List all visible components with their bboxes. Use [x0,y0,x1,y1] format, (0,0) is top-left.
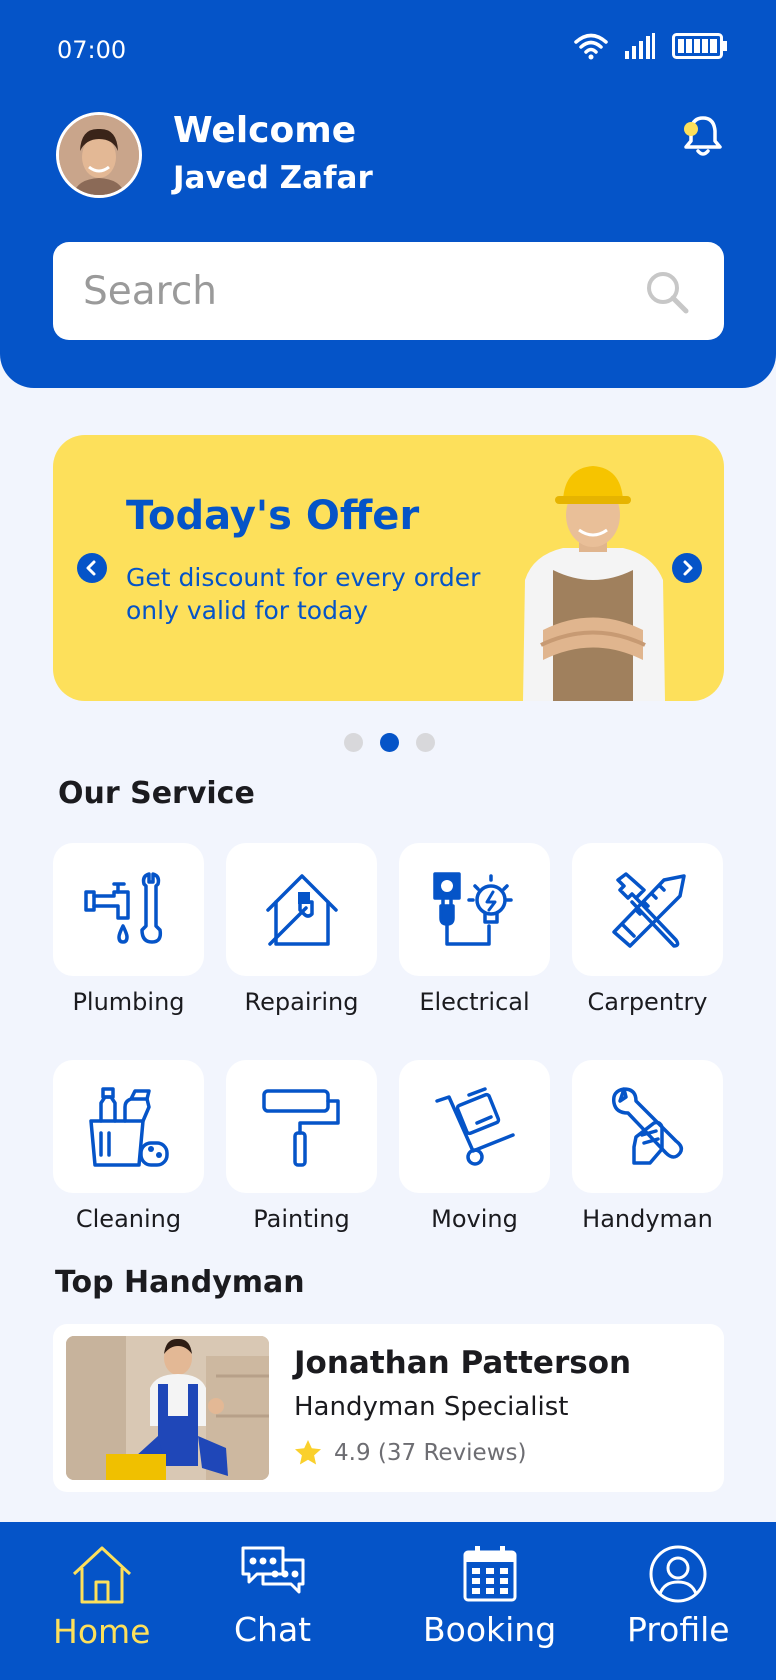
welcome-text: Welcome [173,110,357,151]
service-plumbing[interactable]: Plumbing [53,843,204,1060]
service-label: Repairing [244,988,359,1016]
nav-label: Home [53,1612,151,1651]
signal-icon [625,33,655,59]
service-label: Electrical [419,988,530,1016]
home-icon [72,1546,131,1604]
service-repairing[interactable]: Repairing [226,843,377,1060]
worker-illustration [523,466,665,701]
services-title: Our Service [58,776,255,811]
cleaning-supplies-icon [88,1086,169,1167]
services-grid: Plumbing Repairing Electrical Carpentry … [53,843,724,1277]
search-input[interactable] [83,266,643,316]
service-card[interactable] [572,843,723,976]
nav-home[interactable]: Home [53,1544,150,1651]
handyman-role: Handyman Specialist [294,1392,569,1422]
house-repair-icon [265,873,338,946]
service-carpentry[interactable]: Carpentry [572,843,723,1060]
service-cleaning[interactable]: Cleaning [53,1060,204,1277]
carousel-dot-1[interactable] [344,733,363,752]
service-card[interactable] [53,843,204,976]
handyman-rating: 4.9 (37 Reviews) [294,1439,526,1466]
service-electrical[interactable]: Electrical [399,843,550,1060]
service-painting[interactable]: Painting [226,1060,377,1277]
offer-title: Today's Offer [126,493,420,539]
top-handyman-title: Top Handyman [55,1265,305,1300]
service-card[interactable] [53,1060,204,1193]
wrench-hand-icon [611,1086,683,1165]
carousel-dot-3[interactable] [416,733,435,752]
header: 07:00 Welcome Javed Zafar Search [0,0,776,388]
wifi-icon [574,33,608,60]
carousel-dot-2[interactable] [380,733,399,752]
service-label: Moving [431,1205,518,1233]
service-label: Carpentry [587,988,708,1016]
star-icon [295,1440,321,1465]
service-label: Handyman [582,1205,713,1233]
user-photo-icon [59,115,139,195]
status-time: 07:00 [57,36,127,64]
status-icons [574,32,728,60]
offer-description: Get discount for every order only valid … [126,563,481,625]
offer-prev-button[interactable] [77,553,107,583]
avatar[interactable] [56,112,142,198]
hand-truck-icon [434,1086,515,1166]
rating-text: 4.9 (37 Reviews) [334,1439,527,1466]
search-bar[interactable] [53,242,724,340]
service-moving[interactable]: Moving [399,1060,550,1277]
service-card[interactable] [226,843,377,976]
nav-profile[interactable]: Profile [627,1544,730,1649]
service-card[interactable] [399,1060,550,1193]
notification-button[interactable] [680,112,726,162]
bell-icon [684,116,722,156]
paint-roller-icon [261,1088,340,1167]
calendar-icon [463,1546,517,1602]
battery-icon [672,33,727,59]
nav-chat[interactable]: Chat [234,1544,311,1649]
chevron-left-icon [86,560,96,576]
service-card[interactable] [399,843,550,976]
profile-icon [649,1545,707,1603]
handyman-photo-icon [66,1336,269,1480]
handyman-photo [66,1336,269,1480]
offer-banner[interactable]: Today's Offer Get discount for every ord… [53,435,724,701]
plumbing-icon [83,871,162,944]
nav-label: Booking [423,1610,557,1649]
nav-label: Profile [627,1610,730,1649]
nav-label: Chat [234,1610,312,1649]
handyman-card[interactable]: Jonathan Patterson Handyman Specialist 4… [53,1324,724,1492]
service-card[interactable] [226,1060,377,1193]
electrical-icon [432,871,513,946]
service-label: Plumbing [72,988,185,1016]
handyman-name: Jonathan Patterson [294,1345,632,1381]
search-icon[interactable] [644,269,690,315]
nav-booking[interactable]: Booking [423,1544,556,1649]
carousel-indicator [344,733,435,752]
service-card[interactable] [572,1060,723,1193]
bottom-nav: Home Chat Booking Profile [0,1522,776,1680]
service-handyman[interactable]: Handyman [572,1060,723,1277]
chat-icon [241,1546,305,1594]
carpentry-tools-icon [611,871,686,948]
user-name: Javed Zafar [173,160,373,196]
